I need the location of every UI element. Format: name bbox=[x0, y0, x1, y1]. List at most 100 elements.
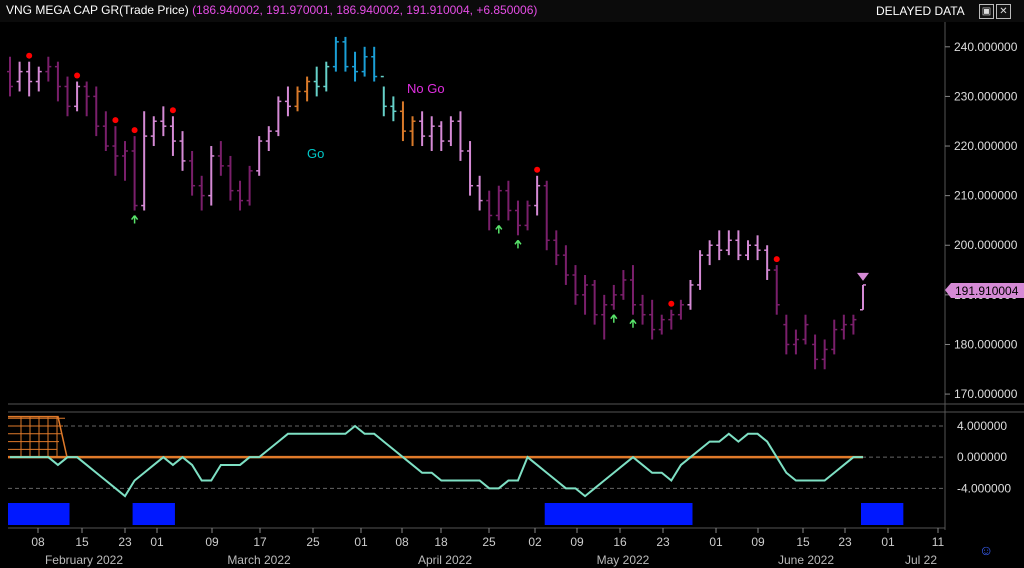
price-bar bbox=[706, 240, 713, 266]
price-bar bbox=[783, 314, 790, 355]
price-bar bbox=[514, 200, 521, 236]
price-bar bbox=[735, 230, 742, 261]
price-bar bbox=[821, 339, 828, 370]
month-label: Jul 22 bbox=[905, 553, 937, 567]
up-arrow-icon bbox=[514, 239, 522, 249]
price-bar bbox=[572, 265, 579, 305]
price-bar bbox=[601, 294, 608, 340]
price-bar bbox=[256, 136, 263, 176]
price-bar bbox=[35, 66, 42, 92]
price-bar bbox=[131, 136, 138, 211]
price-panel: 240.000000 230.000000 220.000000 210.000000… bbox=[7, 22, 1024, 530]
oscillator-tick-label: 4.000000 bbox=[957, 419, 1007, 433]
price-bar bbox=[313, 66, 320, 97]
price-bar bbox=[697, 250, 704, 290]
countertrend-dot bbox=[131, 127, 138, 134]
up-arrow-icon bbox=[629, 319, 637, 328]
price-bar bbox=[275, 96, 282, 137]
price-bar bbox=[677, 299, 684, 320]
price-bar bbox=[658, 314, 665, 335]
price-bar bbox=[831, 319, 838, 355]
x-tick-label: 09 bbox=[570, 535, 584, 549]
oscillator-line bbox=[10, 424, 863, 498]
price-tick-label: 180.000000 bbox=[954, 337, 1018, 351]
smiley-icon[interactable]: ☺ bbox=[979, 542, 993, 558]
price-bar bbox=[16, 61, 23, 92]
price-bar bbox=[323, 61, 330, 92]
price-bar bbox=[860, 284, 866, 311]
countertrend-dot bbox=[74, 72, 81, 79]
signal-bar-panel bbox=[8, 503, 904, 525]
x-tick-label: 09 bbox=[751, 535, 765, 549]
price-bar bbox=[294, 86, 301, 112]
price-tag: 191.910004 bbox=[945, 283, 1024, 298]
price-bar bbox=[582, 275, 589, 315]
price-bar bbox=[840, 314, 847, 340]
price-bar bbox=[812, 334, 819, 370]
price-bar bbox=[687, 279, 694, 310]
x-tick-label: 01 bbox=[709, 535, 723, 549]
price-bar bbox=[332, 36, 339, 72]
price-bar bbox=[792, 329, 799, 355]
price-bar bbox=[744, 240, 751, 261]
price-bar bbox=[160, 106, 167, 137]
price-bar bbox=[773, 265, 780, 315]
x-tick-label: 01 bbox=[354, 535, 368, 549]
price-bar bbox=[447, 116, 454, 147]
chart-window: VNG MEGA CAP GR(Trade Price) (186.940002… bbox=[0, 0, 1024, 568]
price-bar bbox=[534, 175, 541, 216]
month-label: June 2022 bbox=[778, 553, 834, 567]
price-bar bbox=[543, 180, 550, 251]
price-bar bbox=[189, 150, 196, 196]
price-bar bbox=[246, 165, 253, 206]
signal-bar-region bbox=[544, 503, 693, 525]
x-tick-label: 01 bbox=[881, 535, 895, 549]
price-bar bbox=[93, 86, 100, 137]
price-bar bbox=[265, 126, 272, 151]
price-tick-label: 220.000000 bbox=[954, 139, 1018, 153]
price-bar bbox=[438, 121, 445, 151]
price-bar bbox=[620, 270, 627, 300]
price-bar bbox=[505, 180, 512, 221]
signal-bar-region bbox=[8, 503, 70, 525]
price-bar bbox=[102, 111, 109, 151]
price-bar bbox=[591, 279, 598, 325]
price-bar bbox=[562, 245, 569, 285]
x-tick-label: 18 bbox=[434, 535, 448, 549]
price-bar bbox=[428, 116, 435, 151]
x-tick-label: 08 bbox=[31, 535, 45, 549]
x-tick-label: 17 bbox=[253, 535, 267, 549]
price-bar bbox=[237, 180, 244, 211]
price-bar bbox=[217, 141, 224, 176]
oscillator-panel: 4.000000 0.000000 -4.000000 bbox=[8, 411, 1024, 498]
price-tick-label: 170.000000 bbox=[954, 387, 1018, 401]
price-tick-label: 200.000000 bbox=[954, 238, 1018, 252]
price-bar bbox=[208, 146, 215, 206]
price-bar bbox=[802, 314, 809, 345]
x-tick-label: 23 bbox=[118, 535, 132, 549]
price-bar bbox=[45, 56, 52, 82]
chart-canvas[interactable]: 240.000000230.000000220.000000210.000000… bbox=[0, 0, 1024, 568]
up-arrow-icon bbox=[495, 224, 503, 234]
price-bar bbox=[64, 76, 71, 117]
price-bar bbox=[764, 245, 771, 280]
price-bar bbox=[486, 190, 493, 231]
signal-bar-region bbox=[132, 503, 175, 525]
price-bar bbox=[169, 116, 176, 156]
x-tick-label: 23 bbox=[656, 535, 670, 549]
month-label: March 2022 bbox=[227, 553, 291, 567]
price-tag-value: 191.910004 bbox=[955, 284, 1019, 298]
price-bar bbox=[754, 235, 761, 261]
price-bar bbox=[553, 230, 560, 266]
countertrend-dot bbox=[26, 52, 33, 59]
price-bar bbox=[54, 61, 61, 102]
x-tick-label: 09 bbox=[205, 535, 219, 549]
price-bar bbox=[390, 96, 397, 122]
x-tick-label: 01 bbox=[150, 535, 164, 549]
price-bar bbox=[179, 131, 186, 171]
price-bar bbox=[476, 175, 483, 211]
price-bar bbox=[361, 46, 368, 77]
price-tick-label: 230.000000 bbox=[954, 89, 1018, 103]
price-bar bbox=[649, 299, 656, 340]
countertrend-dot bbox=[112, 117, 119, 124]
